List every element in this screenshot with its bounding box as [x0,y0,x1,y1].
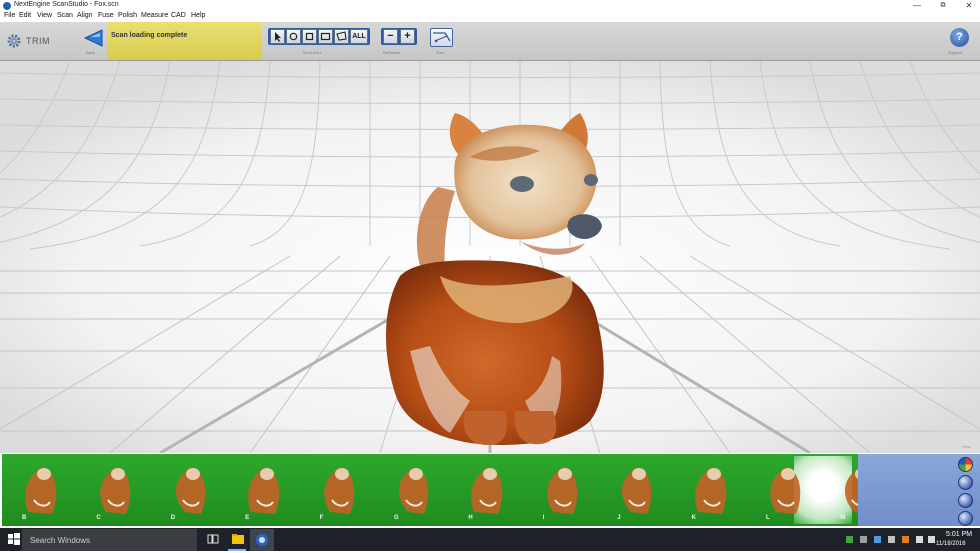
deselect-minus-button[interactable]: − [383,29,398,44]
fox-thumbnail-icon [175,467,206,514]
select-arrow-button[interactable] [270,29,285,44]
fox-thumbnail-icon [398,467,429,514]
scan-thumbnail[interactable] [4,456,78,524]
fox-thumbnail-icon [694,467,726,514]
trim-button[interactable] [430,28,453,47]
scan-thumbnail[interactable] [599,456,673,524]
help-caption: Support [948,50,963,55]
taskbar-search-placeholder: Search Windows [30,536,91,545]
rectangle-select-icon [320,32,331,41]
thumbnail-label: H [468,515,473,521]
title-bar [0,0,980,11]
fox-thumbnail-icon [100,467,131,514]
select-all-button[interactable]: ALL [350,29,368,44]
file-explorer-icon[interactable] [231,533,245,545]
menu-align[interactable]: Align [77,12,93,19]
lasso-select-icon [336,31,347,41]
thumbnail-label: F [319,515,324,521]
scan-thumbnail[interactable] [376,456,450,524]
window-title: NextEngine ScanStudio - Fox.scn [14,1,119,8]
scan-thumbnail[interactable] [153,456,227,524]
menu-file[interactable]: File [4,12,15,19]
network-icon[interactable] [916,536,923,543]
clock-time[interactable]: 5:01 PM [946,531,972,538]
thumbnail-label: I [542,515,545,521]
tray-icon-4[interactable] [888,536,895,543]
status-text: Scan loading complete [111,32,188,39]
thumbnail-label: J [617,515,621,521]
menu-view[interactable]: View [37,12,52,19]
help-button[interactable]: ? [950,28,969,47]
app-icon [3,2,11,10]
volume-icon[interactable] [928,536,935,543]
fox-thumbnail-icon [25,467,57,514]
tray-icon-3[interactable] [874,536,881,543]
select-rect-button[interactable] [318,29,333,44]
fox-thumbnail-icon [323,467,354,514]
view-orb-3-icon[interactable] [958,511,973,526]
view-orb-1-icon[interactable] [958,475,973,490]
menu-scan[interactable]: Scan [57,12,73,19]
selector-caption: Selector [303,50,322,55]
menu-polish[interactable]: Polish [118,12,137,19]
scan-thumbnail[interactable] [450,456,524,524]
select-lasso-button[interactable] [334,29,349,44]
select-circle-button[interactable] [286,29,301,44]
scan-thumbnail[interactable] [227,456,301,524]
fox-thumbnail-icon [622,467,652,514]
thumbnail-label: G [394,515,399,521]
minimize-button[interactable]: — [906,0,928,11]
view-orb-2-icon[interactable] [958,493,973,508]
circle-select-icon [289,32,298,41]
maximize-button[interactable]: ⧉ [932,0,954,11]
menu-measure[interactable]: Measure [141,12,168,19]
tray-icon-1[interactable] [846,536,853,543]
fox-thumbnail-icon [471,467,503,514]
back-button[interactable] [82,28,104,48]
view-label: View [962,444,971,449]
close-button[interactable]: ✕ [958,0,980,11]
fox-thumbnail-icon [547,467,578,514]
menu-help[interactable]: Help [191,12,205,19]
mode-label: TRIM [26,36,50,46]
menu-fuse[interactable]: Fuse [98,12,114,19]
scan-thumbnail[interactable] [674,456,748,524]
square-select-icon [305,32,314,41]
color-wheel-icon[interactable] [958,457,973,472]
thumbnail-label: L [766,515,770,521]
menu-cad[interactable]: CAD [171,12,186,19]
thumbnail-label: K [691,515,696,521]
thumbnail-label: D [170,515,176,521]
back-caption: Back [86,50,95,55]
windows-start-icon[interactable] [8,533,20,545]
select-plus-button[interactable]: + [400,29,415,44]
select-square-button[interactable] [302,29,317,44]
arrow-cursor-icon [275,32,281,42]
fox-thumbnail-icon [770,467,801,514]
scan-thumbnail[interactable] [525,456,599,524]
thumbnail-label: B [22,515,27,521]
menu-edit[interactable]: Edit [19,12,31,19]
3d-viewport[interactable] [0,61,980,453]
thumbnail-label: E [245,515,250,521]
thumbnail-label: M [840,515,846,521]
tray-icon-2[interactable] [860,536,867,543]
trim-icon [433,32,451,43]
gear-icon [7,34,21,48]
scanstudio-app-icon [256,534,268,546]
scan-thumbnail[interactable] [302,456,376,524]
scan-thumbnail[interactable] [748,456,822,524]
status-panel [107,22,262,60]
tray-icon-5[interactable] [902,536,909,543]
clock-date[interactable]: 11/18/2016 [936,541,966,547]
deselect-caption: De/Select [383,50,401,55]
scanstudio-taskbar-button[interactable] [250,529,274,551]
thumbnail-label: C [96,515,101,521]
task-view-icon[interactable] [207,534,219,544]
fox-thumbnail-icon [248,467,280,514]
scan-thumbnail[interactable] [78,456,152,524]
trim-caption: Trim [436,50,444,55]
